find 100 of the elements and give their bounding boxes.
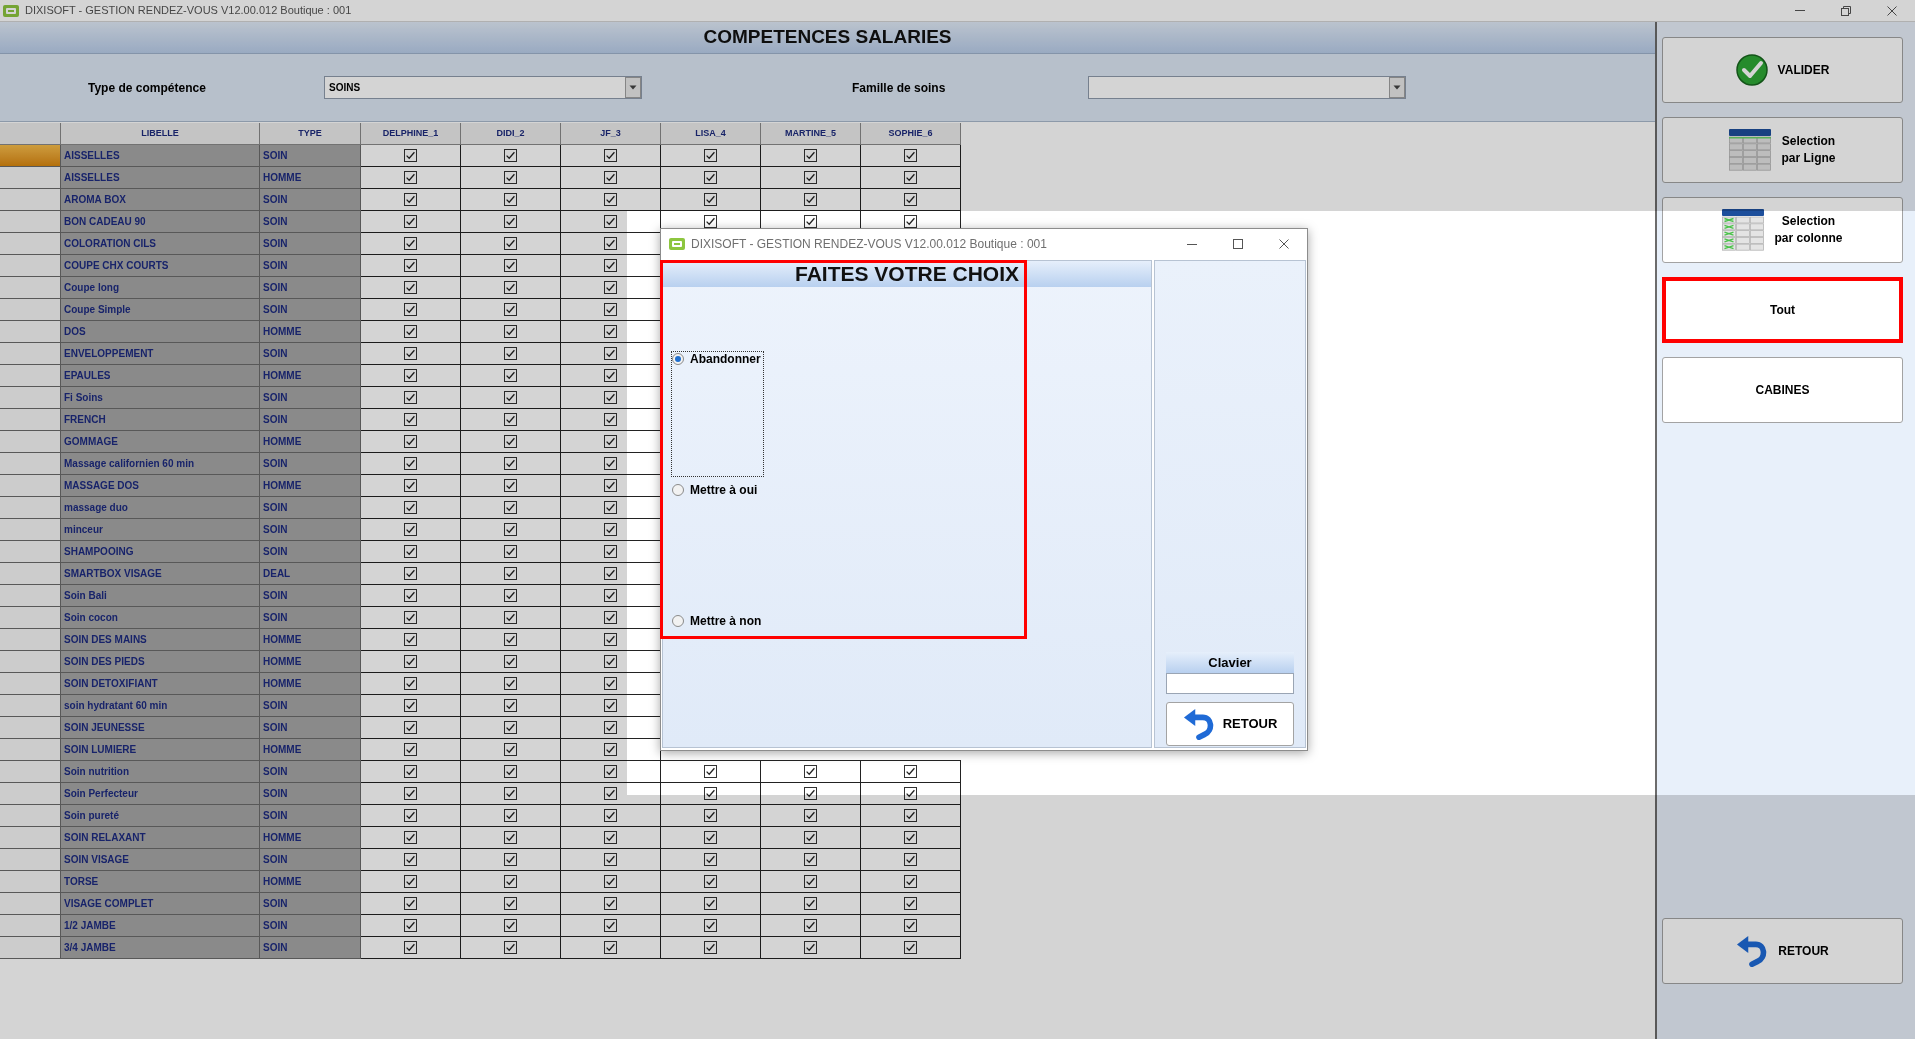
checkbox[interactable]: [804, 171, 817, 184]
checkbox[interactable]: [604, 831, 617, 844]
row-header[interactable]: [0, 255, 61, 277]
checkbox[interactable]: [604, 809, 617, 822]
checkbox[interactable]: [704, 875, 717, 888]
row-header[interactable]: [0, 893, 61, 915]
checkbox[interactable]: [804, 941, 817, 954]
checkbox[interactable]: [504, 765, 517, 778]
checkbox[interactable]: [504, 633, 517, 646]
checkbox[interactable]: [404, 875, 417, 888]
checkbox[interactable]: [604, 215, 617, 228]
checkbox[interactable]: [404, 369, 417, 382]
row-header[interactable]: [0, 519, 61, 541]
checkbox[interactable]: [504, 677, 517, 690]
checkbox[interactable]: [504, 501, 517, 514]
dropdown[interactable]: [1088, 76, 1406, 99]
checkbox[interactable]: [904, 149, 917, 162]
checkbox[interactable]: [404, 149, 417, 162]
checkbox[interactable]: [404, 633, 417, 646]
row-header[interactable]: [0, 827, 61, 849]
dropdown[interactable]: SOINS: [324, 76, 642, 99]
checkbox[interactable]: [604, 281, 617, 294]
back-button[interactable]: RETOUR: [1662, 918, 1903, 984]
checkbox[interactable]: [804, 215, 817, 228]
radio-option[interactable]: Abandonner: [671, 351, 764, 477]
checkbox[interactable]: [904, 171, 917, 184]
checkbox[interactable]: [404, 501, 417, 514]
checkbox[interactable]: [504, 303, 517, 316]
checkbox[interactable]: [604, 743, 617, 756]
checkbox[interactable]: [504, 831, 517, 844]
checkbox[interactable]: [404, 171, 417, 184]
checkbox[interactable]: [804, 897, 817, 910]
checkbox[interactable]: [404, 831, 417, 844]
select-by-row-button[interactable]: Selection par Ligne: [1662, 117, 1903, 183]
checkbox[interactable]: [704, 831, 717, 844]
checkbox[interactable]: [504, 941, 517, 954]
row-header[interactable]: [0, 651, 61, 673]
checkbox[interactable]: [904, 831, 917, 844]
checkbox[interactable]: [704, 853, 717, 866]
row-header[interactable]: [0, 321, 61, 343]
checkbox[interactable]: [604, 765, 617, 778]
checkbox[interactable]: [404, 281, 417, 294]
checkbox[interactable]: [704, 919, 717, 932]
checkbox[interactable]: [604, 897, 617, 910]
checkbox[interactable]: [404, 589, 417, 602]
row-header[interactable]: [0, 629, 61, 651]
checkbox[interactable]: [704, 787, 717, 800]
checkbox[interactable]: [404, 545, 417, 558]
checkbox[interactable]: [404, 237, 417, 250]
checkbox[interactable]: [704, 149, 717, 162]
checkbox[interactable]: [504, 875, 517, 888]
checkbox[interactable]: [504, 655, 517, 668]
checkbox[interactable]: [504, 809, 517, 822]
row-header[interactable]: [0, 717, 61, 739]
checkbox[interactable]: [404, 611, 417, 624]
checkbox[interactable]: [704, 941, 717, 954]
checkbox[interactable]: [604, 567, 617, 580]
row-header[interactable]: [0, 343, 61, 365]
checkbox[interactable]: [404, 721, 417, 734]
checkbox[interactable]: [604, 413, 617, 426]
select-by-column-button[interactable]: Selection par colonne: [1662, 197, 1903, 263]
checkbox[interactable]: [704, 171, 717, 184]
radio-option[interactable]: Mettre à non: [671, 613, 765, 629]
checkbox[interactable]: [804, 193, 817, 206]
checkbox[interactable]: [704, 897, 717, 910]
row-header[interactable]: [0, 299, 61, 321]
row-header[interactable]: [0, 475, 61, 497]
checkbox[interactable]: [404, 655, 417, 668]
checkbox[interactable]: [604, 259, 617, 272]
checkbox[interactable]: [604, 457, 617, 470]
checkbox[interactable]: [904, 765, 917, 778]
checkbox[interactable]: [504, 787, 517, 800]
side-button[interactable]: Tout: [1662, 277, 1903, 343]
checkbox[interactable]: [904, 809, 917, 822]
side-button[interactable]: CABINES: [1662, 357, 1903, 423]
row-header[interactable]: [0, 211, 61, 233]
checkbox[interactable]: [604, 677, 617, 690]
checkbox[interactable]: [404, 479, 417, 492]
row-header[interactable]: [0, 167, 61, 189]
row-header[interactable]: [0, 541, 61, 563]
checkbox[interactable]: [504, 457, 517, 470]
checkbox[interactable]: [904, 853, 917, 866]
checkbox[interactable]: [404, 853, 417, 866]
row-header[interactable]: [0, 233, 61, 255]
checkbox[interactable]: [804, 809, 817, 822]
checkbox[interactable]: [404, 457, 417, 470]
checkbox[interactable]: [604, 325, 617, 338]
checkbox[interactable]: [504, 919, 517, 932]
checkbox[interactable]: [404, 677, 417, 690]
row-header[interactable]: [0, 431, 61, 453]
checkbox[interactable]: [704, 809, 717, 822]
checkbox[interactable]: [404, 193, 417, 206]
checkbox[interactable]: [804, 853, 817, 866]
checkbox[interactable]: [404, 743, 417, 756]
checkbox[interactable]: [604, 655, 617, 668]
row-header[interactable]: [0, 761, 61, 783]
checkbox[interactable]: [404, 259, 417, 272]
row-header[interactable]: [0, 695, 61, 717]
checkbox[interactable]: [504, 611, 517, 624]
checkbox[interactable]: [504, 743, 517, 756]
